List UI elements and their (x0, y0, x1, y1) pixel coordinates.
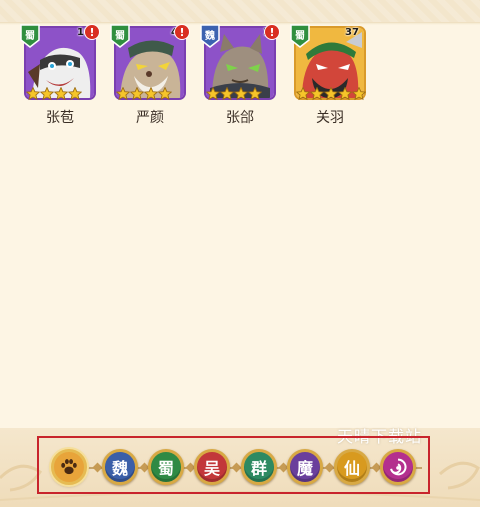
hero-name: 张郃 (226, 110, 254, 126)
star-icon (337, 86, 353, 101)
top-decor-band (0, 0, 480, 25)
filter-mo-button[interactable]: 魔 (287, 449, 323, 485)
star-icon (309, 86, 325, 101)
faction-badge-shu: 蜀 (20, 24, 40, 48)
star-icon (205, 86, 221, 101)
filter-label: 仙 (343, 459, 360, 478)
star-icon (39, 86, 55, 101)
filter-special-button[interactable] (380, 449, 416, 485)
star-rating (25, 86, 83, 101)
star-icon (25, 86, 41, 101)
star-rating (205, 86, 263, 101)
filter-xian-button[interactable]: 仙 (334, 449, 370, 485)
alert-icon: ! (84, 24, 100, 40)
star-icon (115, 86, 131, 101)
filter-all-button[interactable] (51, 449, 87, 485)
filter-label: 吴 (203, 459, 220, 478)
fragment-count: 37 (345, 27, 359, 38)
filter-label: 魏 (111, 459, 128, 478)
filter-wu-button[interactable]: 吴 (194, 449, 230, 485)
star-icon (351, 86, 367, 101)
alert-icon: ! (264, 24, 280, 40)
hero-name: 张苞 (46, 110, 74, 126)
filter-label: 蜀 (157, 459, 174, 478)
faction-badge-shu: 蜀 (110, 24, 130, 48)
star-icon (295, 86, 311, 101)
filter-label: 群 (250, 459, 267, 478)
star-icon (233, 86, 249, 101)
hero-name: 关羽 (316, 110, 344, 126)
star-icon (129, 86, 145, 101)
faction-badge-wei: 魏 (200, 24, 220, 48)
star-icon (247, 86, 263, 101)
filter-qun-button[interactable]: 群 (241, 449, 277, 485)
alert-icon: ! (174, 24, 190, 40)
hero-name: 严颜 (136, 110, 164, 126)
faction-badge-shu: 蜀 (290, 24, 310, 48)
star-icon (157, 86, 173, 101)
filter-wei-button[interactable]: 魏 (102, 449, 138, 485)
star-icon (323, 86, 339, 101)
star-icon (143, 86, 159, 101)
star-rating (295, 86, 367, 101)
filter-label: 魔 (296, 459, 313, 478)
star-rating (115, 86, 173, 101)
filter-shu-button[interactable]: 蜀 (148, 449, 184, 485)
paw-icon (61, 459, 77, 475)
star-icon (53, 86, 69, 101)
swirl-icon (390, 458, 407, 476)
star-icon (67, 86, 83, 101)
star-icon (219, 86, 235, 101)
